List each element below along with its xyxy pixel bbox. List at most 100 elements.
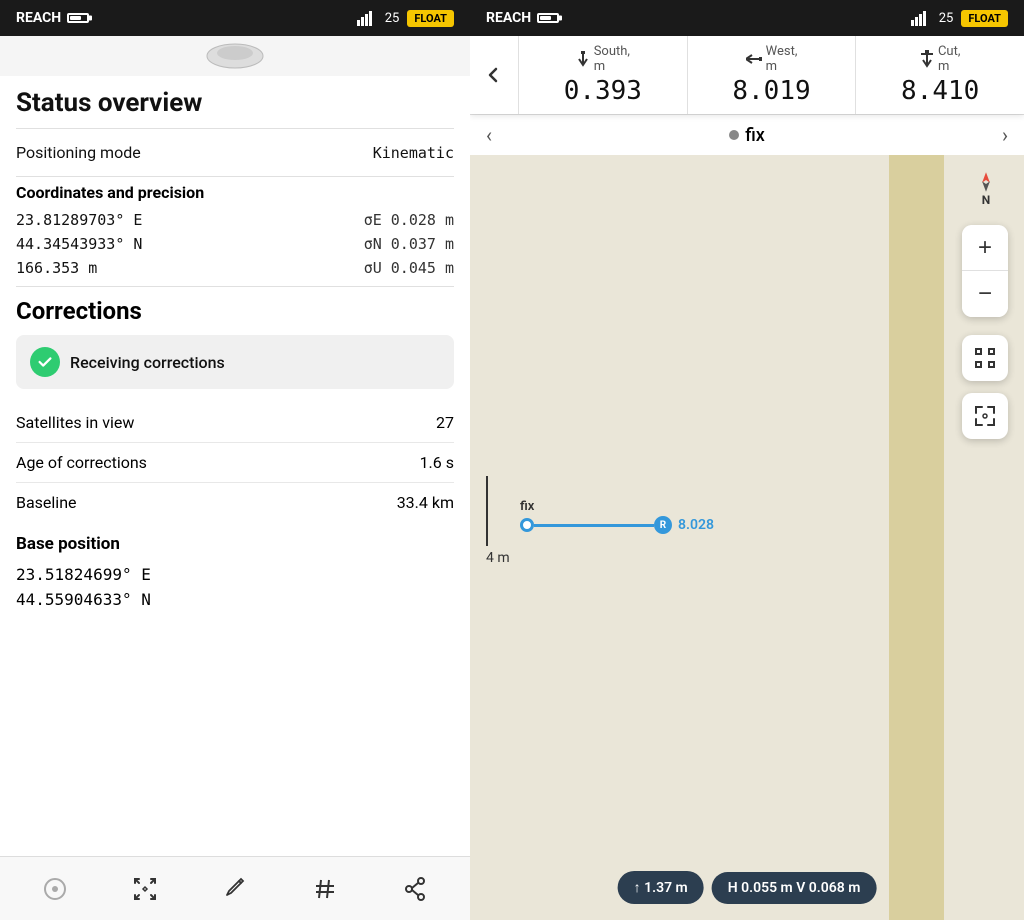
lon-value: 23.81289703° E xyxy=(16,211,142,229)
fix-line-container: R 8.028 xyxy=(520,516,714,534)
divider-2 xyxy=(16,176,454,177)
base-lon: 23.51824699° E xyxy=(16,562,454,587)
ref-point: R xyxy=(654,516,672,534)
scale-indicator: 4 m xyxy=(486,476,510,566)
divider-3 xyxy=(16,286,454,287)
zoom-out-button[interactable]: − xyxy=(962,271,1008,317)
arrow-distance-pill: ↑ 1.37 m xyxy=(618,871,704,904)
app-name-right: REACH xyxy=(486,10,559,26)
compass-n-label: N xyxy=(982,193,990,207)
precision-value: H 0.055 m V 0.068 m xyxy=(728,880,861,896)
share-nav-icon xyxy=(401,875,429,903)
page-title: Status overview xyxy=(16,88,454,118)
float-badge-left: FLOAT xyxy=(407,10,454,27)
bottom-nav xyxy=(0,856,470,920)
west-label: West,m xyxy=(766,44,798,74)
corrections-section: Corrections Receiving corrections Satell… xyxy=(16,297,454,522)
top-image-area xyxy=(0,36,470,76)
scan-icon-2 xyxy=(973,404,997,428)
base-position-section: Base position 23.51824699° E 44.55904633… xyxy=(16,534,454,612)
alt-row: 166.353 m σU 0.045 m xyxy=(16,256,454,280)
south-value: 0.393 xyxy=(564,76,642,106)
zoom-controls: + − xyxy=(962,225,1008,317)
prev-fix-button[interactable]: ‹ xyxy=(486,123,492,147)
reach-device-icon xyxy=(205,41,265,71)
south-arrow-icon xyxy=(576,51,590,67)
fix-status: fix xyxy=(745,125,765,146)
nav-columns: South,m 0.393 West,m 8.019 xyxy=(519,36,1024,114)
lat-row: 44.34543933° N σN 0.037 m xyxy=(16,232,454,256)
map-road xyxy=(889,155,944,920)
satellites-row: Satellites in view 27 xyxy=(16,403,454,443)
satellites-label: Satellites in view xyxy=(16,413,134,432)
coords-section: Coordinates and precision 23.81289703° E… xyxy=(16,183,454,280)
map-area[interactable]: N + − xyxy=(470,155,1024,920)
reach-label-right: REACH xyxy=(486,10,531,26)
nav-item-hash[interactable] xyxy=(299,867,351,911)
status-bar-right-left: 25 FLOAT xyxy=(357,10,454,27)
zoom-in-button[interactable]: + xyxy=(962,225,1008,271)
scale-line xyxy=(486,476,488,546)
cut-header: Cut,m xyxy=(920,44,960,74)
right-status-bar: REACH 25 FLOAT xyxy=(470,0,1024,36)
fix-indicator: fix xyxy=(729,125,765,146)
fix-dot xyxy=(729,130,739,140)
positioning-mode-row: Positioning mode Kinematic xyxy=(16,135,454,170)
scan-button-1[interactable] xyxy=(962,335,1008,381)
alt-value: 166.353 m xyxy=(16,259,97,277)
fix-bar: ‹ fix › xyxy=(470,114,1024,155)
compass-arrow-icon xyxy=(972,171,1000,193)
hash-nav-icon xyxy=(311,875,339,903)
corrections-heading: Corrections xyxy=(16,297,454,325)
lon-sigma: σE 0.028 m xyxy=(364,211,454,229)
battery-icon-right xyxy=(537,13,559,23)
cut-value: 8.410 xyxy=(901,76,979,106)
nav-header: South,m 0.393 West,m 8.019 xyxy=(470,36,1024,114)
satellite-count-right: 25 xyxy=(939,11,954,26)
south-label: South,m xyxy=(594,44,630,74)
distance-label: 8.028 xyxy=(678,517,714,533)
map-bottom-bar: ↑ 1.37 m H 0.055 m V 0.068 m xyxy=(618,871,877,904)
nav-item-edit[interactable] xyxy=(209,867,261,911)
nav-col-cut: Cut,m 8.410 xyxy=(856,36,1024,114)
coords-heading: Coordinates and precision xyxy=(16,183,454,202)
left-panel: REACH 25 FLOAT Status overview xyxy=(0,0,470,920)
west-header: West,m xyxy=(746,44,798,74)
reach-label-left: REACH xyxy=(16,10,61,26)
west-value: 8.019 xyxy=(732,76,810,106)
receiving-badge: Receiving corrections xyxy=(16,335,454,389)
satellite-count-left: 25 xyxy=(385,11,400,26)
right-panel: REACH 25 FLOAT xyxy=(470,0,1024,920)
base-heading: Base position xyxy=(16,534,454,554)
cut-arrow-icon xyxy=(920,50,934,68)
signal-icon-right xyxy=(911,10,931,26)
precision-pill: H 0.055 m V 0.068 m xyxy=(712,872,877,904)
base-lat: 44.55904633° N xyxy=(16,587,454,612)
nav-item-share[interactable] xyxy=(389,867,441,911)
map-nav-icon xyxy=(41,875,69,903)
south-header: South,m xyxy=(576,44,630,74)
positioning-mode-label: Positioning mode xyxy=(16,143,141,162)
check-icon xyxy=(36,353,54,371)
scan-button-2[interactable] xyxy=(962,393,1008,439)
lat-sigma: σN 0.037 m xyxy=(364,235,454,253)
nav-item-map[interactable] xyxy=(29,867,81,911)
age-value: 1.6 s xyxy=(420,453,454,472)
lat-value: 44.34543933° N xyxy=(16,235,142,253)
fix-container: fix R 8.028 xyxy=(520,499,714,534)
back-arrow-icon xyxy=(484,65,504,85)
float-badge-right: FLOAT xyxy=(961,10,1008,27)
nav-col-south: South,m 0.393 xyxy=(519,36,688,114)
battery-icon xyxy=(67,13,89,23)
nav-item-target[interactable] xyxy=(119,867,171,911)
cut-label: Cut,m xyxy=(938,44,960,74)
compass: N xyxy=(968,171,1004,207)
west-arrow-icon xyxy=(746,52,762,66)
baseline-value: 33.4 km xyxy=(397,493,454,512)
content-area: Status overview Positioning mode Kinemat… xyxy=(0,76,470,856)
back-button[interactable] xyxy=(470,36,519,114)
baseline-row: Baseline 33.4 km xyxy=(16,483,454,522)
edit-nav-icon xyxy=(221,875,249,903)
next-fix-button[interactable]: › xyxy=(1002,123,1008,147)
status-right: 25 FLOAT xyxy=(911,10,1008,27)
